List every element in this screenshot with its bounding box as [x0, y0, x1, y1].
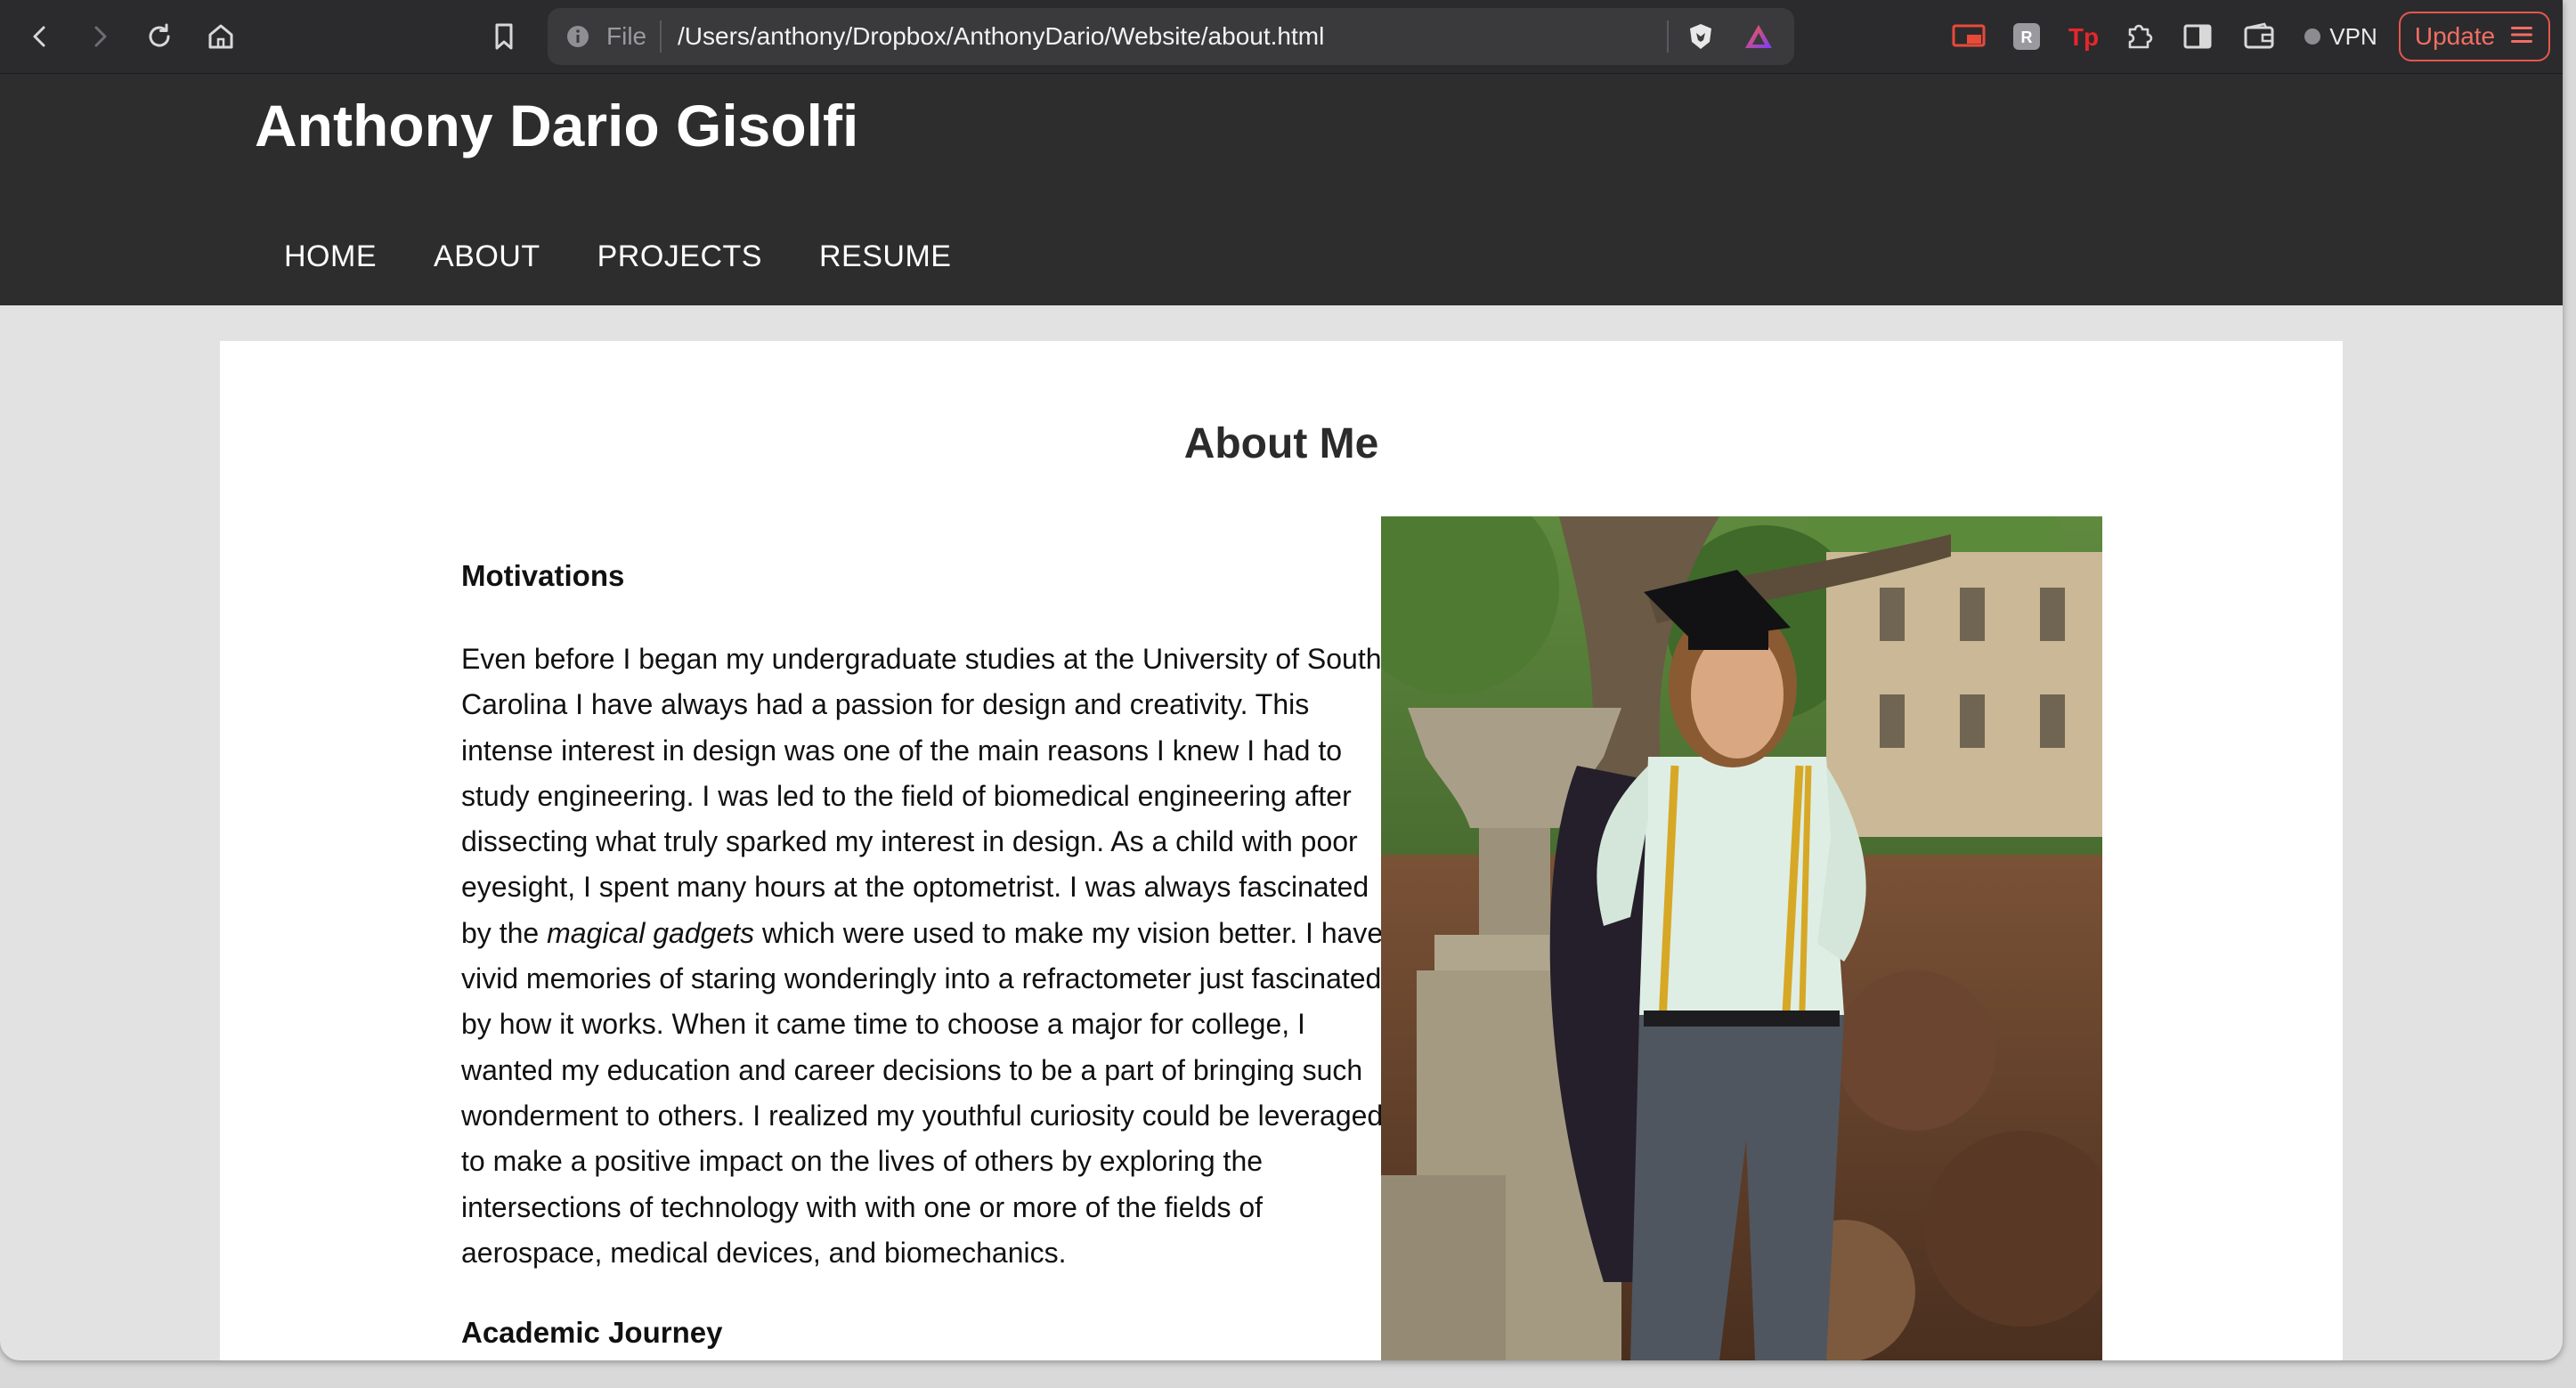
page-title: About Me [1183, 420, 1379, 467]
site-title[interactable]: Anthony Dario Gisolfi [255, 92, 858, 159]
academic-journey-heading: Academic Journey [461, 1316, 723, 1349]
motivations-text-end: which were used to make my vision better… [461, 916, 1384, 1269]
sidebar-icon[interactable] [2177, 16, 2218, 57]
chevron-left-icon[interactable] [20, 16, 61, 57]
update-label: Update [2414, 22, 2496, 50]
nav-home-link[interactable]: HOME [284, 239, 377, 274]
browser-window: File /Users/anthony/Dropbox/AnthonyDario… [0, 0, 2563, 1360]
home-icon[interactable] [200, 16, 241, 57]
chevron-right-icon[interactable] [79, 16, 120, 57]
url-scheme-label: File [606, 22, 647, 50]
vpn-button[interactable]: VPN [2295, 12, 2387, 61]
wallet-icon[interactable] [2239, 16, 2279, 57]
lion-shield-icon[interactable] [1680, 16, 1721, 57]
extension-icon[interactable]: R [2006, 16, 2047, 57]
svg-text:Tp: Tp [2068, 23, 2099, 51]
bookmark-icon[interactable] [484, 16, 524, 57]
nav-about-link[interactable]: ABOUT [434, 239, 540, 274]
motivations-paragraph: Even before I began my undergraduate stu… [461, 637, 1396, 1276]
motivations-heading: Motivations [461, 559, 625, 592]
url-text[interactable]: /Users/anthony/Dropbox/AnthonyDario/Webs… [678, 22, 1324, 51]
about-card: About Me Motivations Even before I began… [220, 341, 2343, 1360]
triangle-rewards-icon[interactable] [1738, 16, 1779, 57]
graduation-portrait-photo [1381, 516, 2102, 1360]
main-nav: HOME ABOUT PROJECTS RESUME [284, 239, 951, 274]
update-button[interactable]: Update [2399, 12, 2550, 61]
address-bar[interactable]: File /Users/anthony/Dropbox/AnthonyDario… [548, 8, 1794, 65]
hamburger-menu-icon [2509, 24, 2534, 50]
motivations-text-start: Even before I began my undergraduate stu… [461, 643, 1382, 949]
svg-text:R: R [2021, 28, 2033, 46]
vpn-status-icon [2304, 28, 2321, 45]
browser-toolbar: File /Users/anthony/Dropbox/AnthonyDario… [0, 0, 2563, 74]
cast-icon[interactable] [1948, 16, 1989, 57]
tp-extension-icon[interactable]: Tp [2063, 16, 2104, 57]
nav-resume-link[interactable]: RESUME [819, 239, 951, 274]
info-icon[interactable] [565, 24, 590, 49]
motivations-emphasis: magical gadgets [547, 916, 755, 949]
puzzle-icon[interactable] [2118, 16, 2159, 57]
divider [1667, 20, 1669, 53]
divider [660, 20, 662, 53]
site-header: Anthony Dario Gisolfi HOME ABOUT PROJECT… [0, 74, 2563, 305]
reload-icon[interactable] [139, 16, 180, 57]
vpn-label: VPN [2329, 22, 2377, 50]
nav-projects-link[interactable]: PROJECTS [597, 239, 762, 274]
